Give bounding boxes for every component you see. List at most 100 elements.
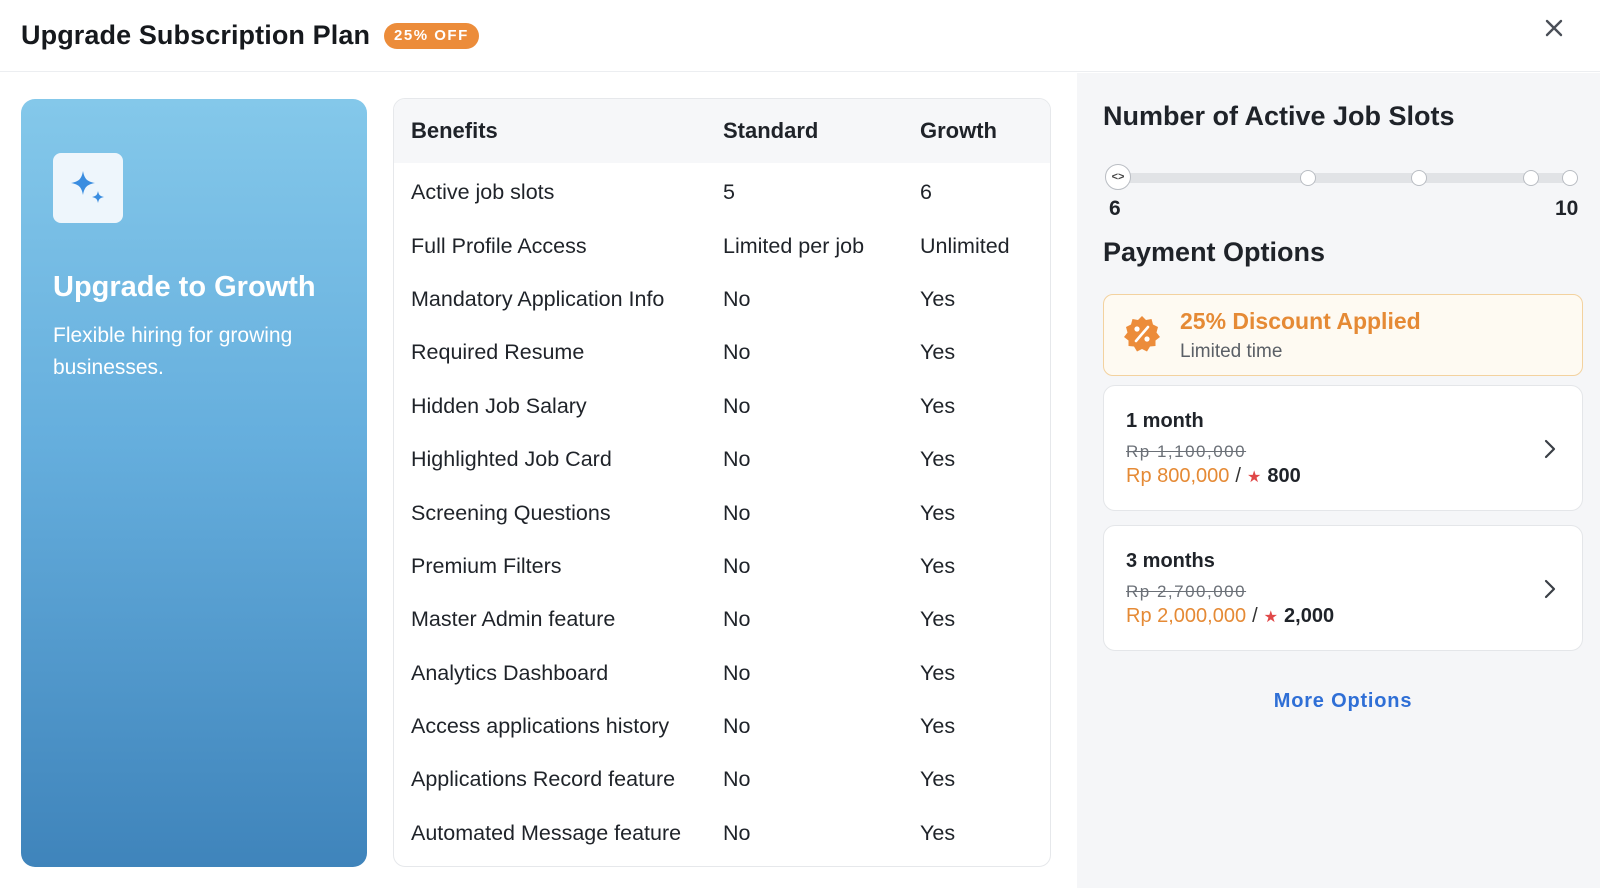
header-growth: Growth: [920, 118, 997, 143]
slider-max-label: 10: [1555, 197, 1579, 220]
discount-title: 25% Discount Applied: [1180, 308, 1421, 334]
drag-handle-icon: <>: [1111, 171, 1125, 183]
standard-value: No: [723, 714, 751, 739]
slider-step-9[interactable]: [1523, 170, 1539, 186]
slider-step-8[interactable]: [1411, 170, 1427, 186]
benefit-name: Active job slots: [411, 180, 555, 205]
benefit-name: Required Resume: [411, 340, 585, 365]
job-slots-slider-thumb[interactable]: <>: [1105, 164, 1131, 190]
price-separator: /: [1235, 465, 1241, 487]
benefit-name: Full Profile Access: [411, 233, 587, 258]
table-row: Master Admin feature No Yes: [394, 593, 1050, 646]
standard-value: No: [723, 820, 751, 845]
growth-value: Yes: [920, 447, 956, 472]
payment-option-1-month[interactable]: 1 month Rp 1,100,000 Rp 800,000 / ★ 800: [1103, 385, 1583, 511]
growth-value: Yes: [920, 714, 956, 739]
standard-value: No: [723, 553, 751, 578]
growth-value: Yes: [920, 393, 956, 418]
table-row: Access applications history No Yes: [394, 700, 1050, 753]
standard-value: No: [723, 340, 751, 365]
slider-step-10[interactable]: [1562, 170, 1578, 186]
growth-value: Yes: [920, 660, 956, 685]
table-row: Active job slots 5 6: [394, 166, 1050, 219]
standard-value: No: [723, 767, 751, 792]
header-benefits: Benefits: [411, 118, 498, 143]
table-row: Automated Message feature No Yes: [394, 807, 1050, 860]
growth-value: 6: [920, 180, 932, 205]
chevron-right-icon: [1544, 439, 1556, 459]
standard-value: No: [723, 286, 751, 311]
option-duration: 1 month: [1126, 410, 1204, 432]
discount-banner: 25% Discount Applied Limited time: [1103, 294, 1583, 376]
benefit-name: Master Admin feature: [411, 607, 616, 632]
option-price: Rp 2,000,000: [1126, 605, 1247, 627]
standard-value: No: [723, 500, 751, 525]
option-original-price: Rp 1,100,000: [1126, 442, 1247, 461]
price-separator: /: [1252, 605, 1258, 627]
table-header: Benefits Standard Growth: [394, 99, 1050, 163]
standard-value: No: [723, 447, 751, 472]
discount-badge-icon: [1124, 316, 1160, 352]
promo-card: Upgrade to Growth Flexible hiring for gr…: [21, 99, 367, 867]
discount-subtitle: Limited time: [1180, 341, 1283, 362]
table-row: Analytics Dashboard No Yes: [394, 647, 1050, 700]
table-row: Applications Record feature No Yes: [394, 753, 1050, 806]
benefit-name: Automated Message feature: [411, 820, 682, 845]
standard-value: No: [723, 660, 751, 685]
header-standard: Standard: [723, 118, 819, 143]
option-duration: 3 months: [1126, 550, 1215, 572]
close-icon: [1545, 19, 1563, 37]
promo-description: Flexible hiring for growing businesses.: [53, 324, 293, 379]
option-price-row: Rp 2,000,000 / ★ 2,000: [1126, 605, 1334, 628]
standard-value: No: [723, 393, 751, 418]
payment-option-3-months[interactable]: 3 months Rp 2,700,000 Rp 2,000,000 / ★ 2…: [1103, 525, 1583, 651]
growth-value: Yes: [920, 286, 956, 311]
sparkle-icon: [53, 153, 123, 223]
table-row: Hidden Job Salary No Yes: [394, 380, 1050, 433]
option-price-row: Rp 800,000 / ★ 800: [1126, 465, 1301, 488]
benefit-name: Mandatory Application Info: [411, 286, 665, 311]
chevron-right-icon: [1544, 579, 1556, 599]
growth-value: Unlimited: [920, 233, 1010, 258]
table-row: Screening Questions No Yes: [394, 486, 1050, 539]
benefit-name: Hidden Job Salary: [411, 393, 587, 418]
growth-value: Yes: [920, 500, 956, 525]
benefit-name: Applications Record feature: [411, 767, 676, 792]
option-original-price: Rp 2,700,000: [1126, 582, 1247, 601]
modal-header: Upgrade Subscription Plan 25% OFF: [0, 0, 1600, 72]
table-row: Highlighted Job Card No Yes: [394, 433, 1050, 486]
growth-value: Yes: [920, 820, 956, 845]
standard-value: No: [723, 607, 751, 632]
benefit-name: Analytics Dashboard: [411, 660, 609, 685]
discount-badge: 25% OFF: [384, 22, 479, 49]
more-options-link[interactable]: More Options: [1103, 690, 1583, 713]
close-button[interactable]: [1540, 14, 1568, 42]
growth-value: Yes: [920, 340, 956, 365]
slider-step-7[interactable]: [1300, 170, 1316, 186]
benefit-name: Access applications history: [411, 714, 670, 739]
purchase-panel: Number of Active Job Slots <> 6 10 Payme…: [1077, 73, 1600, 888]
benefit-name: Premium Filters: [411, 553, 562, 578]
table-row: Required Resume No Yes: [394, 326, 1050, 379]
growth-value: Yes: [920, 607, 956, 632]
growth-value: Yes: [920, 553, 956, 578]
promo-title: Upgrade to Growth: [53, 271, 316, 303]
benefit-name: Highlighted Job Card: [411, 447, 612, 472]
benefits-table: Benefits Standard Growth Active job slot…: [393, 98, 1051, 867]
standard-value: Limited per job: [723, 233, 865, 258]
job-slots-title: Number of Active Job Slots: [1103, 101, 1455, 131]
option-points: 800: [1267, 465, 1301, 487]
growth-value: Yes: [920, 767, 956, 792]
benefit-name: Screening Questions: [411, 500, 611, 525]
option-points: 2,000: [1284, 605, 1335, 627]
table-body: Active job slots 5 6 Full Profile Access Li…: [394, 163, 1050, 860]
table-row: Mandatory Application Info No Yes: [394, 273, 1050, 326]
star-points-icon: ★: [1263, 608, 1279, 626]
slider-min-label: 6: [1109, 197, 1121, 220]
star-points-icon: ★: [1246, 468, 1262, 486]
payment-options-title: Payment Options: [1103, 237, 1326, 267]
job-slots-slider-track[interactable]: [1108, 173, 1570, 183]
table-row: Premium Filters No Yes: [394, 540, 1050, 593]
table-row: Full Profile Access Limited per job Unlimi…: [394, 219, 1050, 272]
modal-title: Upgrade Subscription Plan: [21, 20, 371, 50]
